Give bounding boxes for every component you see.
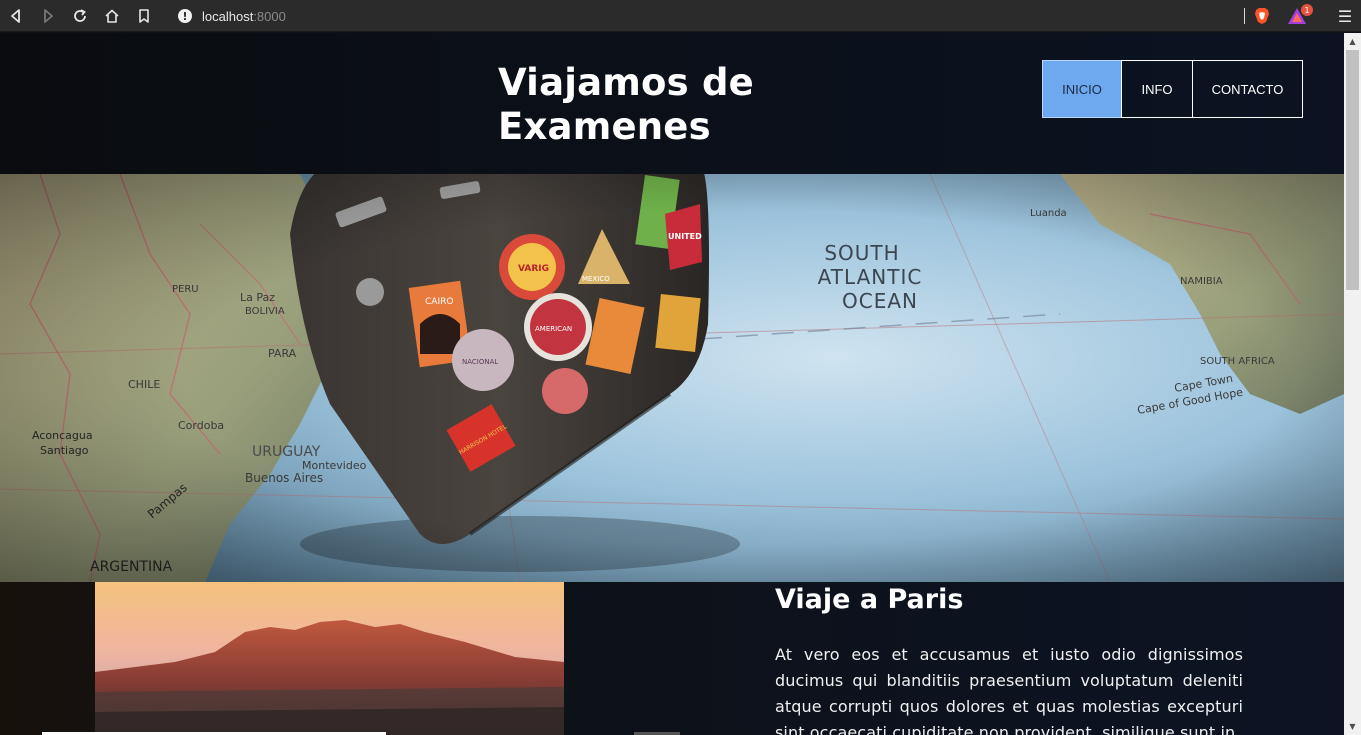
forward-arrow-icon bbox=[44, 8, 53, 23]
reload-button[interactable] bbox=[64, 0, 96, 32]
browser-toolbar: ! localhost:8000 1 ☰ bbox=[0, 0, 1361, 32]
bookmark-button[interactable] bbox=[128, 0, 160, 32]
home-icon bbox=[105, 9, 119, 23]
mountain-landscape-image bbox=[95, 582, 564, 735]
trip-title: Viaje a Paris bbox=[775, 584, 964, 615]
scroll-up-arrow-icon[interactable]: ▲ bbox=[1344, 33, 1361, 50]
scroll-down-arrow-icon[interactable]: ▼ bbox=[1344, 718, 1361, 735]
nav-inicio[interactable]: INICIO bbox=[1042, 60, 1122, 118]
rewards-badge: 1 bbox=[1301, 4, 1313, 16]
home-button[interactable] bbox=[96, 0, 128, 32]
site-header: Viajamos de Examenes INICIO INFO CONTACT… bbox=[0, 33, 1344, 174]
brave-shields-icon[interactable] bbox=[1253, 7, 1271, 25]
trip-section: Viaje a Paris At vero eos et accusamus e… bbox=[0, 582, 1344, 735]
scrollbar-thumb[interactable] bbox=[1346, 50, 1359, 290]
forward-button[interactable] bbox=[32, 0, 64, 32]
back-arrow-icon bbox=[11, 8, 20, 23]
toolbar-separator bbox=[1244, 8, 1245, 24]
brave-rewards-button[interactable]: 1 bbox=[1287, 4, 1313, 25]
reload-icon bbox=[74, 8, 86, 22]
nav-contacto[interactable]: CONTACTO bbox=[1192, 60, 1303, 118]
url-port: :8000 bbox=[253, 8, 286, 24]
hero-map-image: SOUTH ATLANTIC OCEAN La Paz BOLIVIA PERU… bbox=[0, 174, 1344, 582]
main-nav: INICIO INFO CONTACTO bbox=[1042, 60, 1303, 118]
site-title: Viajamos de Examenes bbox=[498, 61, 754, 148]
bookmark-icon bbox=[139, 8, 149, 23]
site-info-icon[interactable]: ! bbox=[178, 9, 192, 23]
trip-description: At vero eos et accusamus et iusto odio d… bbox=[775, 645, 1243, 735]
page-viewport: Viajamos de Examenes INICIO INFO CONTACT… bbox=[0, 33, 1344, 735]
url-text: localhost:8000 bbox=[202, 9, 286, 24]
hamburger-menu-icon[interactable]: ☰ bbox=[1329, 0, 1361, 32]
page-scrollbar[interactable]: ▲ ▼ bbox=[1344, 33, 1361, 735]
url-host: localhost bbox=[202, 8, 254, 24]
address-bar[interactable]: ! localhost:8000 bbox=[168, 3, 1240, 29]
hero-banner: SOUTH ATLANTIC OCEAN La Paz BOLIVIA PERU… bbox=[0, 174, 1344, 582]
trip-image bbox=[95, 582, 564, 735]
back-button[interactable] bbox=[0, 0, 32, 32]
nav-info[interactable]: INFO bbox=[1121, 60, 1193, 118]
